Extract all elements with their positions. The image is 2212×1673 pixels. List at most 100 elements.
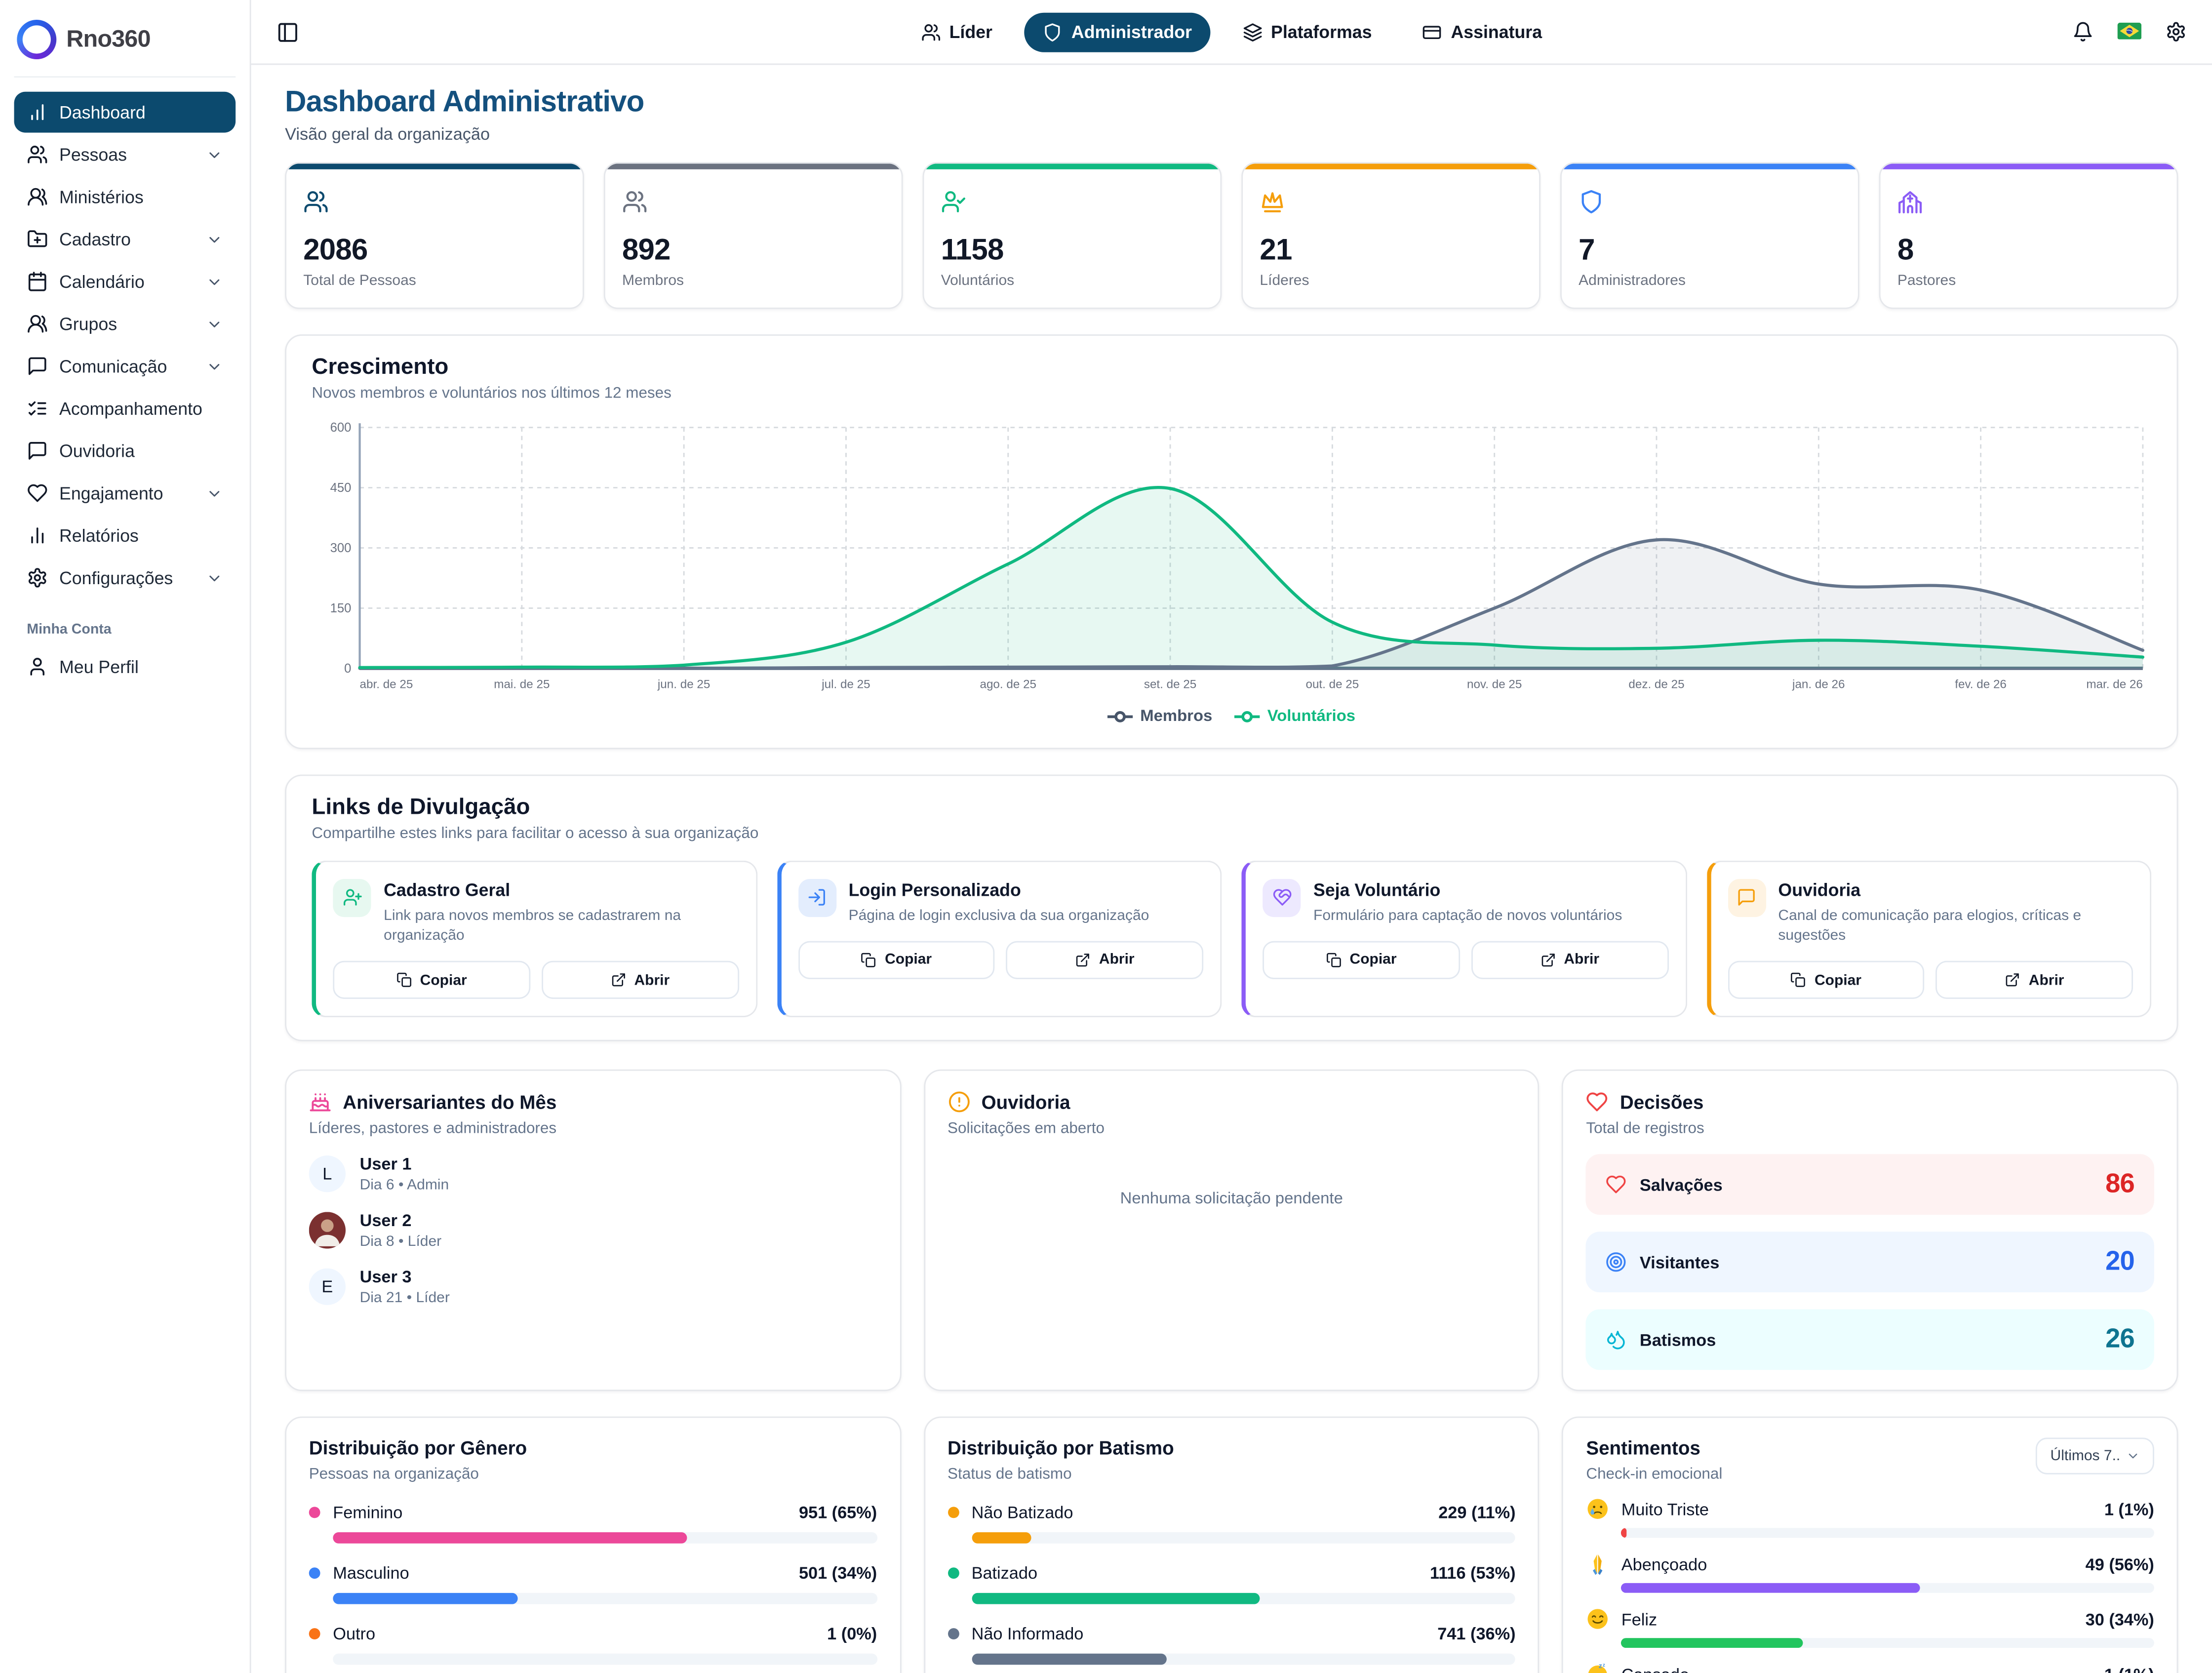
stat-icon (941, 189, 966, 214)
birthday-meta: Dia 6 • Admin (360, 1177, 449, 1194)
sentiment-value: 1 (1%) (2104, 1499, 2154, 1519)
sidebar-item[interactable]: Engajamento (14, 473, 236, 514)
birthdays-card: Aniversariantes do Mês Líderes, pastores… (285, 1070, 901, 1391)
open-button[interactable]: Abrir (541, 961, 738, 999)
decision-icon (1606, 1251, 1627, 1273)
stat-icon (303, 189, 328, 214)
links-grid: Cadastro Geral Link para novos membros s… (312, 860, 2151, 1017)
chevron-down-icon (2126, 1449, 2140, 1463)
sidebar-item[interactable]: Relatórios (14, 515, 236, 556)
sidebar-item[interactable]: Calendário (14, 261, 236, 302)
stats-row: 2086 Total de Pessoas 892 Membros 1158 V… (285, 162, 2178, 309)
topbar-nav-item[interactable]: Assinatura (1404, 12, 1560, 51)
links-section: Links de Divulgação Compartilhe estes li… (285, 774, 2178, 1041)
legend-dot (948, 1507, 959, 1518)
topbar-nav-item[interactable]: Líder (903, 12, 1011, 51)
sidebar-item-icon (27, 567, 48, 589)
stat-accent-band (1243, 163, 1539, 169)
copy-button[interactable]: Copiar (333, 961, 530, 999)
progress-track (972, 1654, 1516, 1665)
link-icon (1737, 888, 1756, 908)
stat-icon (1579, 189, 1604, 214)
sidebar-item[interactable]: Acompanhamento (14, 388, 236, 429)
sidebar-toggle-icon[interactable] (276, 20, 299, 43)
birthdays-subtitle: Líderes, pastores e administradores (309, 1120, 877, 1137)
ombudsman-empty-state: Nenhuma solicitação pendente (948, 1191, 1515, 1207)
sidebar-item-icon (27, 313, 48, 334)
legend-voluntarios[interactable]: Voluntários (1235, 708, 1355, 724)
copy-button[interactable]: Copiar (1263, 941, 1460, 979)
legend-membros[interactable]: Membros (1108, 708, 1213, 724)
link-iconbox (1263, 878, 1301, 916)
birthday-name: User 3 (360, 1267, 450, 1287)
stat-card: 892 Membros (604, 162, 903, 309)
topbar-nav-icon (1043, 22, 1063, 41)
settings-gear-icon[interactable] (2166, 21, 2187, 42)
decisions-list: Salvações 86 Visitantes 20 Batismos 26 (1586, 1154, 2154, 1370)
open-button[interactable]: Abrir (1006, 941, 1203, 979)
links-subtitle: Compartilhe estes links para facilitar o… (312, 825, 2151, 841)
svg-text:abr. de 25: abr. de 25 (360, 677, 413, 691)
decision-label: Batismos (1640, 1330, 1716, 1350)
stat-accent-band (1562, 163, 1858, 169)
topbar-nav-icon (1243, 22, 1263, 41)
topbar-nav-item[interactable]: Administrador (1025, 12, 1211, 51)
topbar-nav-item[interactable]: Plataformas (1224, 12, 1390, 51)
sidebar-item[interactable]: Pessoas (14, 134, 236, 175)
gender-label: Outro (333, 1624, 375, 1644)
sidebar-item[interactable]: Cadastro (14, 219, 236, 260)
sidebar-item-icon (27, 398, 48, 419)
svg-text:ago. de 25: ago. de 25 (980, 677, 1036, 691)
copy-button[interactable]: Copiar (798, 941, 995, 979)
link-description: Canal de comunicação para elogios, críti… (1778, 905, 2133, 945)
progress-track (972, 1593, 1516, 1604)
avatar (309, 1212, 346, 1248)
birthday-list-item: E User 3 Dia 21 • Líder (309, 1267, 877, 1307)
copy-button[interactable]: Copiar (1728, 961, 1925, 999)
stat-value: 7 (1579, 234, 1841, 268)
brazil-flag-icon[interactable] (2118, 23, 2142, 41)
topbar-nav-label: Assinatura (1451, 22, 1542, 41)
links-title: Links de Divulgação (312, 795, 2151, 820)
sentiment-value: 30 (34%) (2086, 1609, 2154, 1629)
period-dropdown[interactable]: Últimos 7.. (2036, 1437, 2154, 1474)
sidebar-item-icon (27, 482, 48, 504)
sidebar-item[interactable]: Comunicação (14, 346, 236, 387)
svg-text:300: 300 (330, 541, 352, 555)
link-card: Ouvidoria Canal de comunicação para elog… (1706, 860, 2151, 1017)
sidebar-item[interactable]: Grupos (14, 303, 236, 344)
birthday-meta: Dia 8 • Líder (360, 1233, 442, 1250)
open-button[interactable]: Abrir (1471, 941, 1668, 979)
copy-icon (1326, 952, 1341, 967)
gender-title: Distribuição por Gênero (309, 1437, 877, 1459)
progress-fill (972, 1654, 1168, 1665)
sidebar-item[interactable]: Dashboard (14, 92, 236, 133)
page-subtitle: Visão geral da organização (285, 124, 2178, 144)
svg-text:nov. de 25: nov. de 25 (1467, 677, 1522, 691)
birthday-list-item: User 2 Dia 8 • Líder (309, 1210, 877, 1250)
stat-value: 21 (1260, 234, 1522, 268)
topbar-nav-label: Líder (949, 22, 992, 41)
growth-card: Crescimento Novos membros e voluntários … (285, 334, 2178, 749)
gender-value: 1 (0%) (827, 1624, 877, 1644)
sidebar-item[interactable]: Ministérios (14, 176, 236, 217)
sidebar-item[interactable]: Ouvidoria (14, 430, 236, 471)
decision-icon (1606, 1329, 1627, 1350)
notifications-bell-icon[interactable] (2072, 21, 2094, 42)
sidebar-item[interactable]: Configurações (14, 558, 236, 598)
progress-fill (1621, 1583, 1920, 1593)
decision-icon (1606, 1174, 1627, 1195)
svg-text:set. de 25: set. de 25 (1144, 677, 1196, 691)
progress-track (333, 1593, 877, 1604)
app-window: Rno360 Dashboard Pessoas Ministérios (0, 0, 2212, 1673)
sidebar-item-icon (27, 229, 48, 250)
open-button[interactable]: Abrir (1936, 961, 2133, 999)
progress-fill (972, 1532, 1031, 1544)
sidebar: Rno360 Dashboard Pessoas Ministérios (0, 0, 251, 1673)
baptism-value: 741 (36%) (1437, 1624, 1515, 1644)
birthday-name: User 2 (360, 1210, 442, 1230)
legend-dot (309, 1628, 320, 1639)
external-link-icon (1075, 952, 1090, 967)
sidebar-item-profile[interactable]: Meu Perfil (14, 646, 236, 687)
sidebar-item-label: Dashboard (59, 102, 146, 122)
